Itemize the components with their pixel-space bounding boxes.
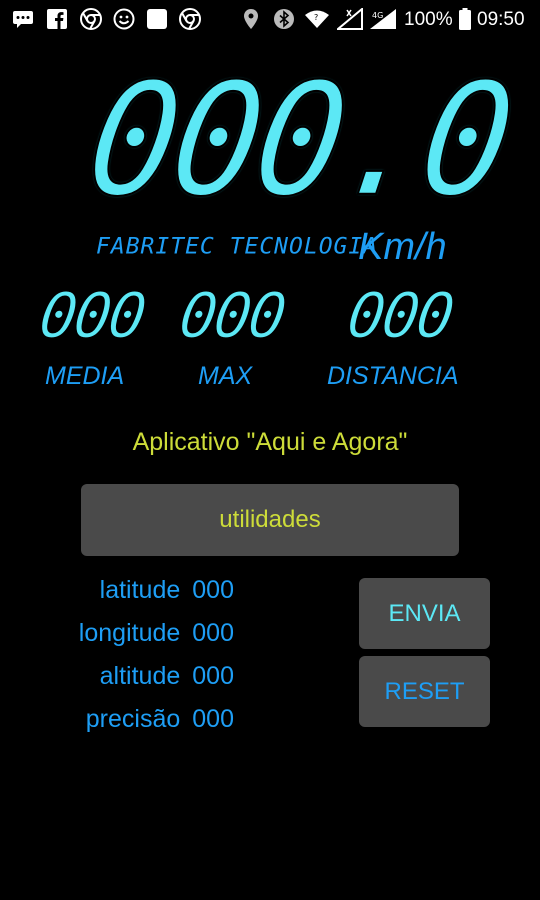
brand-label: FABRITEC TECNOLOGIA bbox=[96, 234, 379, 260]
wifi-icon: ? bbox=[304, 8, 330, 30]
smiley-icon bbox=[111, 8, 137, 30]
longitude-label: longitude bbox=[78, 619, 181, 647]
longitude-row: longitude 000 bbox=[79, 619, 234, 651]
messages-icon bbox=[10, 8, 36, 30]
signal-4g-icon: 4G bbox=[368, 8, 398, 30]
battery-icon bbox=[458, 8, 472, 30]
status-bar: ? 4G 100% 09:50 bbox=[0, 0, 540, 38]
bluetooth-icon bbox=[272, 8, 296, 30]
max-label: MAX bbox=[198, 362, 253, 390]
battery-percent: 100% bbox=[404, 9, 453, 30]
distancia-label: DISTANCIA bbox=[327, 362, 459, 390]
speed-readout: 000.0 bbox=[77, 49, 520, 232]
altitude-value: 000 bbox=[192, 662, 234, 690]
precisao-value: 000 bbox=[192, 705, 234, 733]
latitude-label: latitude bbox=[99, 576, 181, 604]
app-title: Aplicativo "Aqui e Agora" bbox=[132, 428, 408, 456]
utilidades-button[interactable]: utilidades bbox=[81, 484, 459, 556]
reset-button[interactable]: RESET bbox=[359, 656, 490, 727]
longitude-value: 000 bbox=[192, 619, 234, 647]
signal-icon bbox=[336, 8, 364, 30]
svg-text:?: ? bbox=[314, 13, 318, 22]
facebook-icon bbox=[44, 8, 70, 30]
envia-button[interactable]: ENVIA bbox=[359, 578, 490, 649]
media-value: 000 bbox=[34, 279, 149, 353]
svg-text:4G: 4G bbox=[372, 11, 383, 20]
chrome-icon bbox=[78, 8, 104, 30]
max-value: 000 bbox=[174, 279, 289, 353]
altitude-row: altitude 000 bbox=[100, 662, 234, 694]
precisao-row: precisão 000 bbox=[86, 705, 234, 737]
altitude-label: altitude bbox=[99, 662, 181, 690]
media-label: MEDIA bbox=[45, 362, 125, 390]
location-icon bbox=[240, 8, 262, 30]
blank-app-icon bbox=[144, 8, 170, 30]
latitude-value: 000 bbox=[192, 576, 234, 604]
latitude-row: latitude 000 bbox=[100, 576, 234, 608]
distancia-value: 000 bbox=[342, 279, 457, 353]
clock: 09:50 bbox=[477, 9, 525, 30]
chrome-icon bbox=[177, 8, 203, 30]
speed-unit: Km/h bbox=[358, 226, 447, 268]
precisao-label: precisão bbox=[85, 705, 181, 733]
